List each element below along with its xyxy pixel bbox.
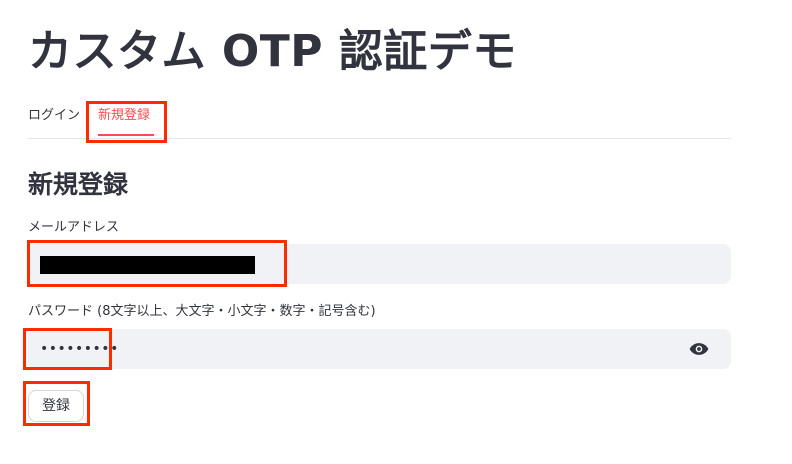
redacted-email-value <box>40 256 255 274</box>
password-value: ••••••••• <box>40 341 119 357</box>
password-field-label: パスワード (8文字以上、大文字・小文字・数字・記号含む) <box>28 304 376 319</box>
eye-icon[interactable] <box>689 341 709 357</box>
register-button[interactable]: 登録 <box>28 390 84 422</box>
email-field-label: メールアドレス <box>28 220 120 235</box>
password-field[interactable]: ••••••••• <box>28 329 731 369</box>
page-title: カスタム OTP 認証デモ <box>28 26 517 77</box>
email-field[interactable] <box>28 244 731 284</box>
tab-register[interactable]: 新規登録 <box>98 106 150 126</box>
tab-login[interactable]: ログイン <box>28 106 80 126</box>
form-heading: 新規登録 <box>28 170 129 199</box>
tab-bar: ログイン 新規登録 <box>28 100 731 139</box>
active-tab-indicator <box>98 134 154 136</box>
page: カスタム OTP 認証デモ ログイン 新規登録 新規登録 メールアドレス パスワ… <box>0 0 792 464</box>
